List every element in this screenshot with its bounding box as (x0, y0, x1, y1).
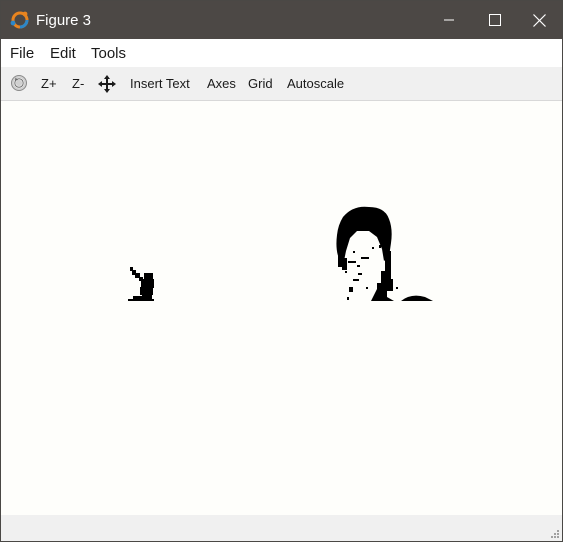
rotate-icon[interactable] (10, 74, 28, 92)
zoom-in-button[interactable]: Z+ (41, 76, 57, 91)
figure-window: Figure 3 File Edit Tools Z+ Z- Insert Te… (0, 0, 563, 542)
minimize-button[interactable] (426, 1, 472, 39)
axes-button[interactable]: Axes (207, 76, 236, 91)
zoom-out-button[interactable]: Z- (72, 76, 84, 91)
close-icon (532, 13, 546, 27)
resize-grip-icon[interactable] (550, 529, 560, 539)
pan-arrows-icon[interactable] (98, 75, 116, 93)
menu-tools[interactable]: Tools (91, 45, 126, 62)
insert-text-button[interactable]: Insert Text (130, 76, 190, 91)
maximize-button[interactable] (472, 1, 518, 39)
grid-button[interactable]: Grid (248, 76, 273, 91)
toolbar: Z+ Z- Insert Text Axes Grid Autoscale (1, 67, 562, 101)
octave-logo-icon (10, 11, 29, 29)
figure-image (128, 206, 433, 301)
title-bar[interactable]: Figure 3 (1, 1, 562, 39)
menu-bar: File Edit Tools (1, 39, 562, 67)
close-button[interactable] (516, 1, 562, 39)
window-title: Figure 3 (36, 12, 92, 29)
figure-canvas[interactable] (1, 101, 562, 515)
autoscale-button[interactable]: Autoscale (287, 76, 344, 91)
menu-edit[interactable]: Edit (50, 45, 76, 62)
status-bar (1, 515, 562, 541)
minimize-icon (444, 19, 454, 21)
maximize-icon (489, 14, 501, 26)
menu-file[interactable]: File (10, 45, 34, 62)
